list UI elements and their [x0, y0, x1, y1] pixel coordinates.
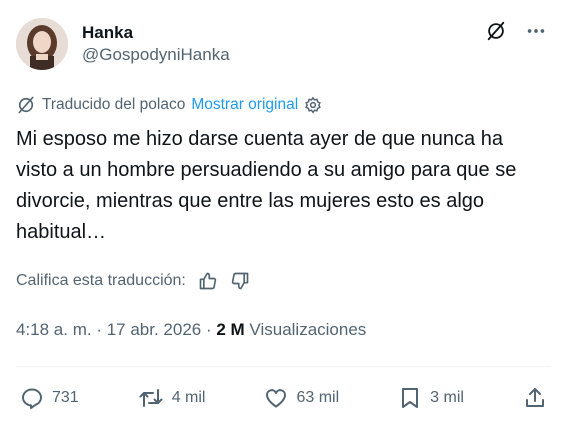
share-icon	[523, 386, 547, 410]
translation-bar: Traducido del polaco Mostrar original	[16, 95, 322, 115]
meta-separator: ·	[91, 320, 107, 339]
bookmark-button[interactable]: 3 mil	[398, 386, 464, 410]
display-name[interactable]: Hanka	[82, 22, 230, 44]
tweet-text: Mi esposo me hizo darse cuenta ayer de q…	[16, 128, 517, 243]
translation-rating: Califica esta traducción:	[16, 271, 250, 291]
action-bar: 731 4 mil 63 mil 3 mil	[20, 383, 547, 413]
author-names: Hanka @GospodyniHanka	[82, 22, 230, 66]
reply-count: 731	[52, 389, 79, 406]
thumbs-up-icon[interactable]	[198, 271, 218, 291]
show-original-link[interactable]: Mostrar original	[191, 96, 298, 114]
views-label: Visualizaciones	[244, 320, 367, 339]
tweet-meta: 4:18 a. m. · 17 abr. 2026 · 2 M Visualiz…	[16, 320, 366, 340]
translate-icon[interactable]	[485, 20, 507, 42]
thumbs-down-icon[interactable]	[230, 271, 250, 291]
repost-icon	[138, 386, 164, 410]
share-button[interactable]	[523, 386, 547, 410]
meta-separator: ·	[201, 320, 217, 339]
translate-small-icon	[16, 95, 36, 115]
repost-count: 4 mil	[171, 389, 206, 406]
more-icon[interactable]	[525, 20, 547, 42]
repost-button[interactable]: 4 mil	[138, 386, 206, 410]
user-handle[interactable]: @GospodyniHanka	[82, 44, 230, 66]
bookmark-count: 3 mil	[430, 389, 464, 406]
tweet-date[interactable]: 17 abr. 2026	[107, 320, 202, 339]
divider	[16, 366, 551, 367]
like-button[interactable]: 63 mil	[264, 386, 339, 410]
gear-icon[interactable]	[304, 96, 322, 114]
heart-icon	[264, 386, 288, 410]
views-count: 2 M	[216, 320, 245, 339]
bookmark-icon	[398, 386, 422, 410]
avatar[interactable]	[16, 18, 68, 70]
reply-icon	[20, 386, 44, 410]
rate-label: Califica esta traducción:	[16, 272, 186, 289]
tweet-time[interactable]: 4:18 a. m.	[16, 320, 92, 339]
like-count: 63 mil	[296, 389, 340, 406]
header-actions	[485, 20, 547, 42]
translated-from-label: Traducido del polaco	[42, 96, 186, 113]
tweet-header: Hanka @GospodyniHanka	[16, 18, 547, 74]
reply-button[interactable]: 731	[20, 386, 79, 410]
